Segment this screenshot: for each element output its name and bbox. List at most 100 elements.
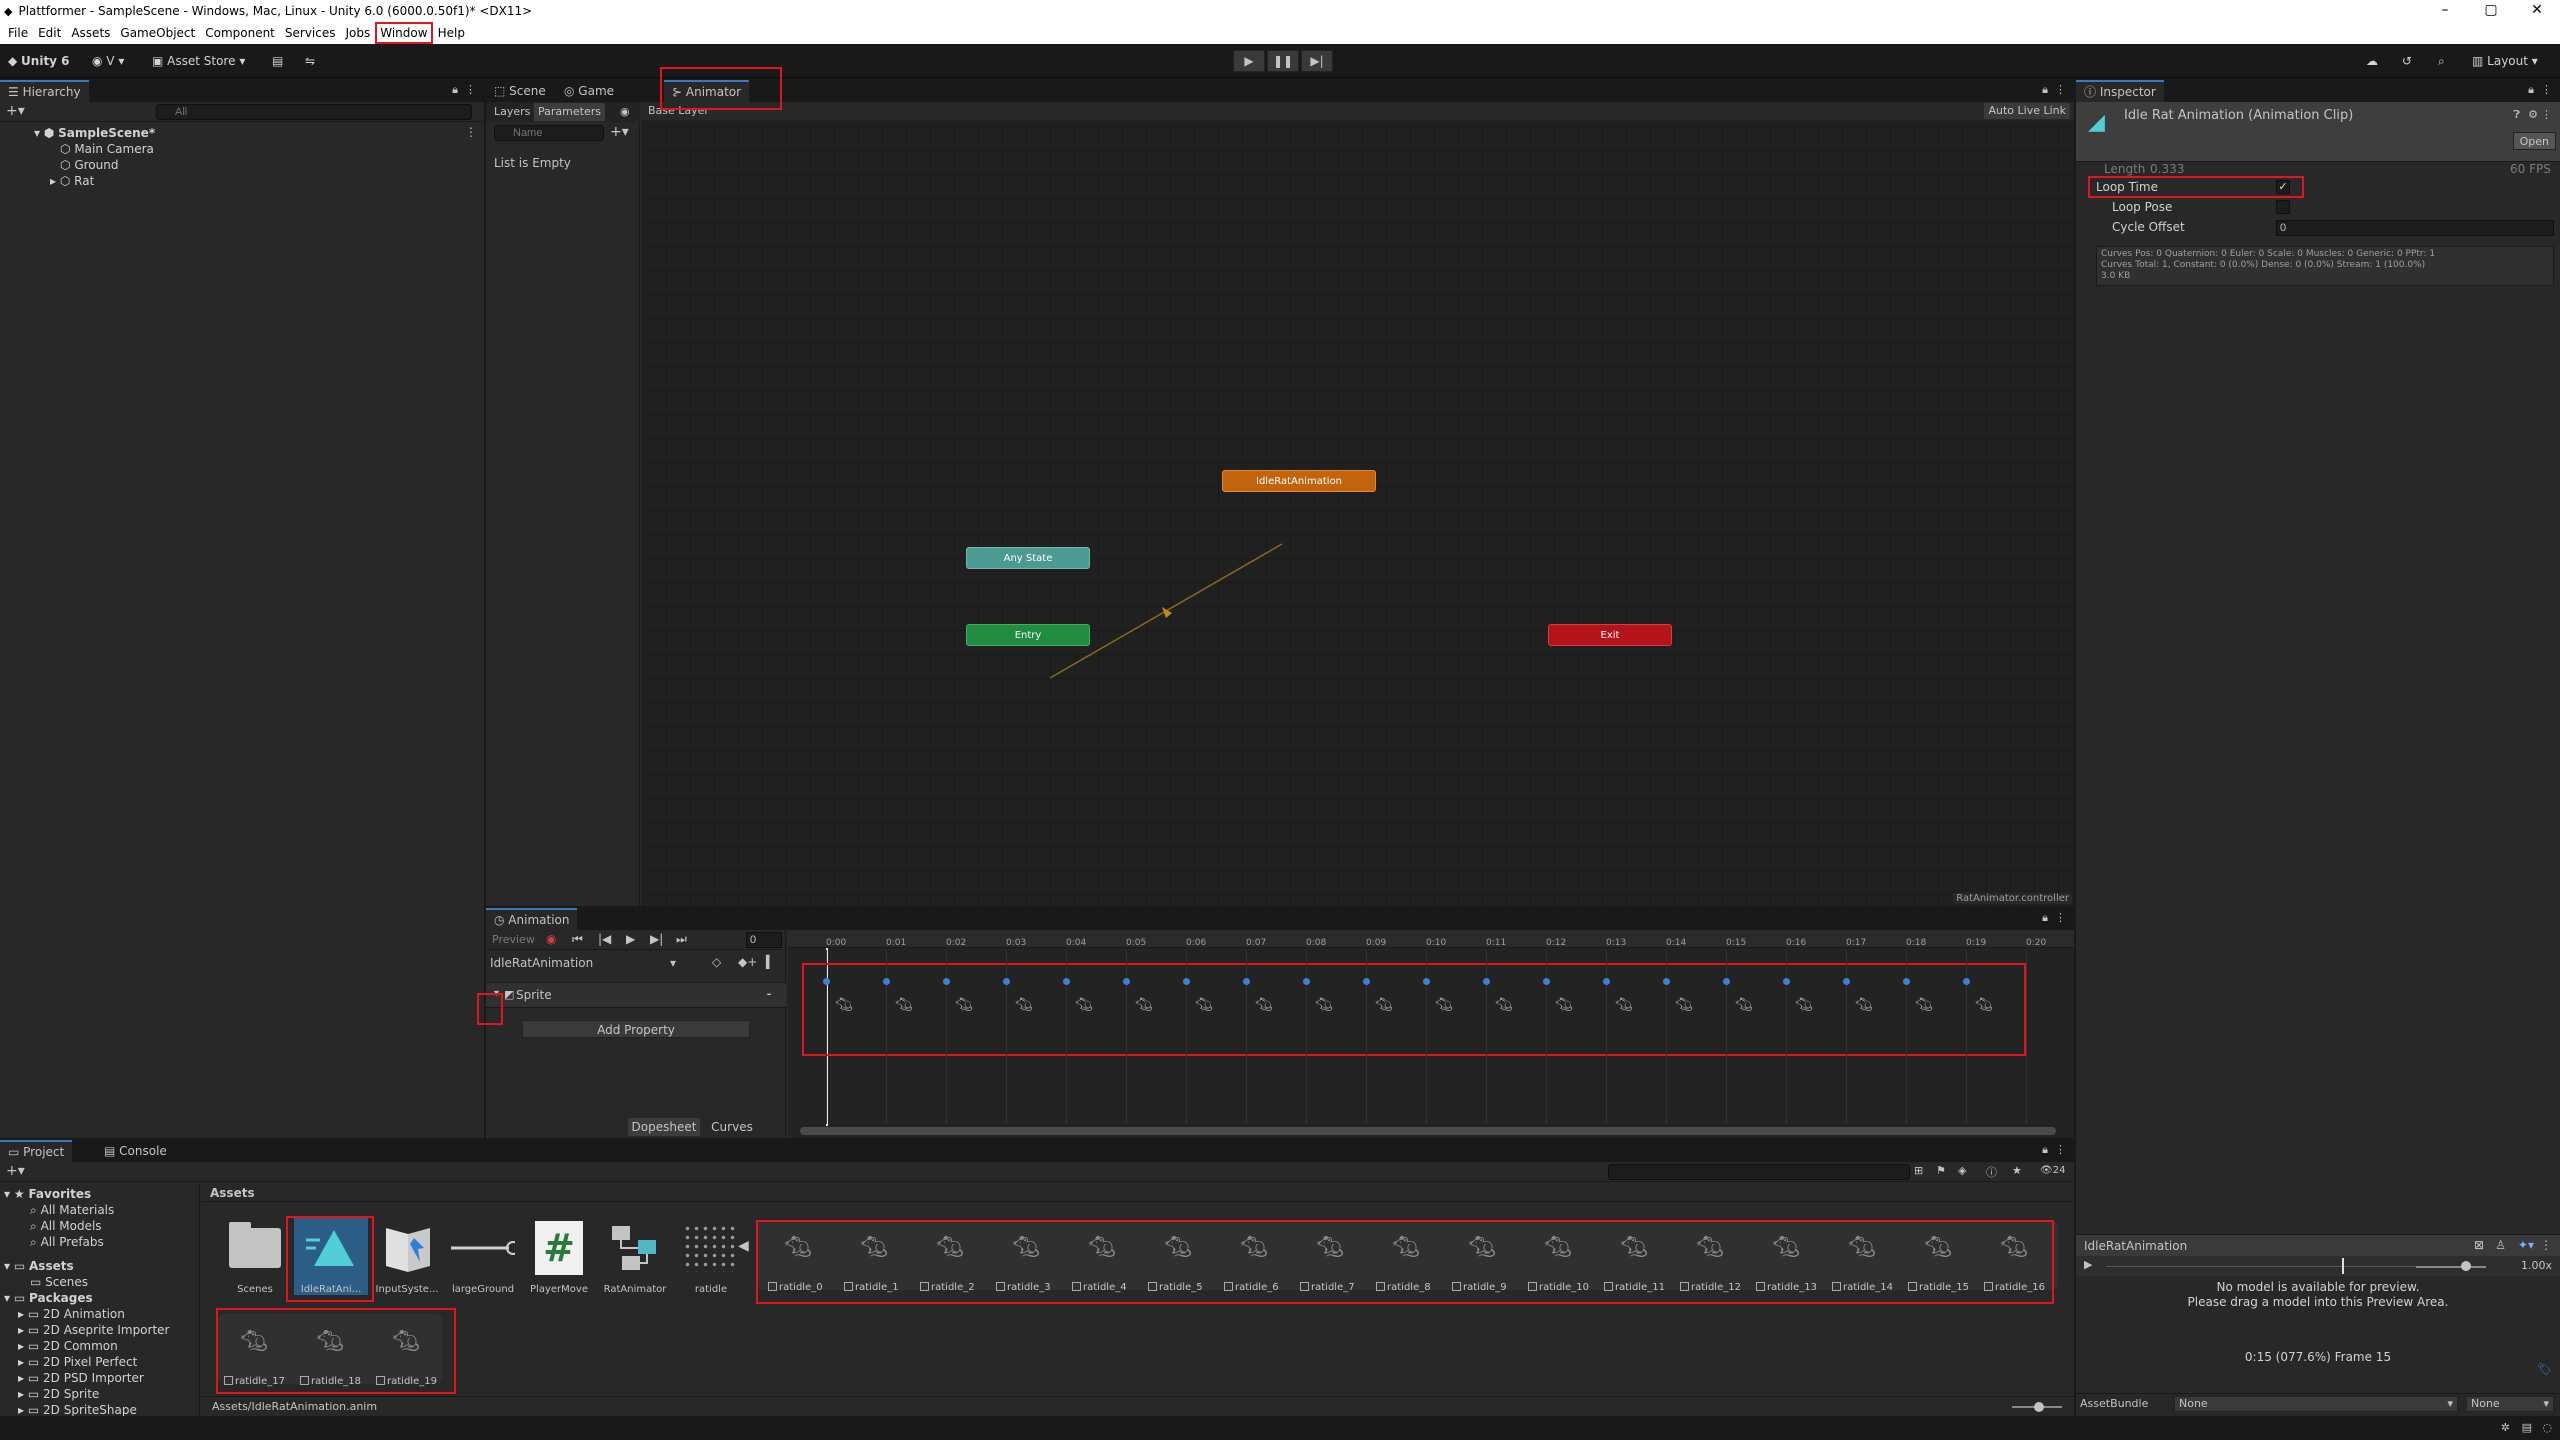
sprite-keyframe[interactable]: 🐀︎	[1478, 991, 1530, 1019]
sprite-asset[interactable]: 🐀︎ ratidle_10	[1520, 1220, 1596, 1293]
summary-keyframe[interactable]	[1963, 978, 1970, 985]
tab-parameters[interactable]: Parameters	[534, 103, 605, 121]
layers-icon[interactable]: ▤	[272, 50, 283, 72]
sprite-asset[interactable]: 🐀︎ ratidle_3	[988, 1220, 1064, 1293]
kebab-menu-icon[interactable]: ⋮	[2540, 1238, 2552, 1252]
sprite-asset[interactable]: 🐀︎ ratidle_7	[1292, 1220, 1368, 1293]
version-control-button[interactable]: ◉ V ▾	[92, 50, 124, 72]
play-icon[interactable]: ▶	[626, 932, 635, 946]
summary-keyframe[interactable]	[1903, 978, 1910, 985]
tab-scene[interactable]: ⬚ Scene	[486, 80, 554, 102]
summary-keyframe[interactable]	[1243, 978, 1250, 985]
tree-all-materials[interactable]: ⌕ All Materials	[30, 1202, 114, 1218]
preview-playhead[interactable]	[2342, 1258, 2344, 1274]
sprite-asset[interactable]: 🐀︎ ratidle_8	[1368, 1220, 1444, 1293]
lock-icon[interactable]: 🔒︎	[2042, 83, 2048, 97]
sprite-asset[interactable]: 🐀︎ ratidle_19	[368, 1314, 444, 1387]
event-marker-icon[interactable]: ▍	[766, 955, 775, 969]
summary-keyframe[interactable]	[1123, 978, 1130, 985]
curves-tab[interactable]: Curves	[702, 1118, 762, 1136]
state-any-state[interactable]: Any State	[966, 547, 1090, 569]
preview-toggle[interactable]: Preview	[492, 933, 535, 946]
tag-icon[interactable]: 🏷︎	[2537, 1362, 2552, 1376]
sprite-asset[interactable]: 🐀︎ ratidle_6	[1216, 1220, 1292, 1293]
minimize-button[interactable]: –	[2422, 0, 2468, 22]
sprite-asset[interactable]: 🐀︎ ratidle_18	[292, 1314, 368, 1387]
sprite-keyframe[interactable]: 🐀︎	[1178, 991, 1230, 1019]
tree-assets[interactable]: ▾ ▭ Assets	[4, 1258, 74, 1274]
kebab-menu-icon[interactable]: ⋮	[465, 83, 476, 96]
summary-keyframe[interactable]	[1363, 978, 1370, 985]
asset-player-move[interactable]: # PlayerMove	[522, 1216, 596, 1295]
kebab-menu-icon[interactable]: ⋮	[465, 125, 477, 139]
state-entry[interactable]: Entry	[966, 624, 1090, 646]
sprite-asset[interactable]: 🐀︎ ratidle_16	[1976, 1220, 2052, 1293]
tree-package-item[interactable]: ▸ ▭ 2D Animation	[18, 1306, 125, 1322]
sprite-asset[interactable]: 🐀︎ ratidle_17	[216, 1314, 292, 1387]
menu-gameobject[interactable]: GameObject	[115, 22, 200, 44]
pause-button[interactable]: ❚❚	[1267, 50, 1299, 72]
property-menu-icon[interactable]: ⁃	[766, 988, 772, 1002]
sprite-keyframe[interactable]: 🐀︎	[938, 991, 990, 1019]
preview-play-icon[interactable]: ▶	[2084, 1258, 2092, 1271]
collapse-sheet-icon[interactable]: ◀	[738, 1238, 749, 1254]
lock-icon[interactable]: 🔒︎	[2042, 911, 2048, 925]
tab-game[interactable]: ◎ Game	[556, 80, 623, 102]
prev-key-icon[interactable]: |◀	[598, 932, 611, 946]
menu-help[interactable]: Help	[433, 22, 470, 44]
settings-icon[interactable]: ⚙	[2528, 108, 2538, 121]
debug-icon[interactable]: ✲	[2501, 1421, 2510, 1434]
tree-all-prefabs[interactable]: ⌕ All Prefabs	[30, 1234, 104, 1250]
open-button[interactable]: Open	[2512, 132, 2556, 150]
scene-root[interactable]: ▾ ⬢ SampleScene*	[34, 125, 155, 141]
add-keyframe-icon[interactable]: ◇	[712, 955, 721, 969]
sprite-keyframe[interactable]: 🐀︎	[878, 991, 930, 1019]
menu-services[interactable]: Services	[280, 22, 341, 44]
kebab-menu-icon[interactable]: ⋮	[2055, 1143, 2066, 1156]
sprite-keyframe[interactable]: 🐀︎	[1778, 991, 1830, 1019]
sprite-keyframe[interactable]: 🐀︎	[1598, 991, 1650, 1019]
sprite-keyframe[interactable]: 🐀︎	[818, 991, 870, 1019]
tab-project[interactable]: ▭ Project	[0, 1140, 73, 1162]
summary-keyframe[interactable]	[1183, 978, 1190, 985]
layers-icon[interactable]: ▤	[2522, 1421, 2532, 1434]
last-key-icon[interactable]: ⏭	[676, 932, 687, 947]
speed-slider-thumb[interactable]	[2461, 1261, 2471, 1271]
menu-component[interactable]: Component	[200, 22, 280, 44]
summary-keyframe[interactable]	[1723, 978, 1730, 985]
dopesheet-tab[interactable]: Dopesheet	[628, 1118, 700, 1136]
sprite-keyframe[interactable]: 🐀︎	[1058, 991, 1110, 1019]
kebab-menu-icon[interactable]: ⋮	[2541, 108, 2552, 121]
history-icon[interactable]: ↺	[2402, 50, 2412, 72]
sprite-keyframe[interactable]: 🐀︎	[1838, 991, 1890, 1019]
sprite-keyframe[interactable]: 🐀︎	[1898, 991, 1950, 1019]
avatar-icon[interactable]: ♙	[2495, 1238, 2506, 1252]
sprite-keyframe[interactable]: 🐀︎	[1118, 991, 1170, 1019]
asset-store-button[interactable]: ▣ Asset Store ▾	[152, 50, 245, 72]
lock-icon[interactable]: 🔒︎	[2042, 1143, 2048, 1157]
asset-input-system[interactable]: InputSyste...	[370, 1216, 444, 1295]
sprite-keyframe[interactable]: 🐀︎	[1418, 991, 1470, 1019]
search-by-label-icon[interactable]: ⚑	[1936, 1164, 1946, 1177]
sprite-asset[interactable]: 🐀︎ ratidle_2	[912, 1220, 988, 1293]
sprite-asset[interactable]: 🐀︎ ratidle_1	[836, 1220, 912, 1293]
menu-file[interactable]: File	[3, 22, 33, 44]
record-icon[interactable]: ◉	[546, 932, 556, 946]
hierarchy-item-main-camera[interactable]: ⬡ Main Camera	[60, 141, 154, 157]
close-button[interactable]: ✕	[2514, 0, 2560, 22]
tab-animator[interactable]: ⊱ Animator	[664, 80, 750, 102]
menu-assets[interactable]: Assets	[66, 22, 115, 44]
tree-package-item[interactable]: ▸ ▭ 2D SpriteShape	[18, 1402, 137, 1416]
state-idle-rat-animation[interactable]: IdleRatAnimation	[1222, 470, 1376, 492]
menu-edit[interactable]: Edit	[33, 22, 66, 44]
first-key-icon[interactable]: ⏮	[572, 932, 583, 947]
summary-keyframe[interactable]	[823, 978, 830, 985]
summary-keyframe[interactable]	[1063, 978, 1070, 985]
dopesheet-area[interactable]	[788, 930, 2074, 1138]
lock-icon[interactable]: 🔒︎	[452, 83, 458, 97]
property-row-sprite[interactable]: ▾ ◩ Sprite ⁃	[486, 982, 786, 1008]
cloud-icon[interactable]: ☁	[2366, 50, 2378, 72]
parameter-search-input[interactable]	[494, 125, 604, 141]
hierarchy-search-input[interactable]	[156, 104, 472, 120]
tree-all-models[interactable]: ⌕ All Models	[30, 1218, 102, 1234]
